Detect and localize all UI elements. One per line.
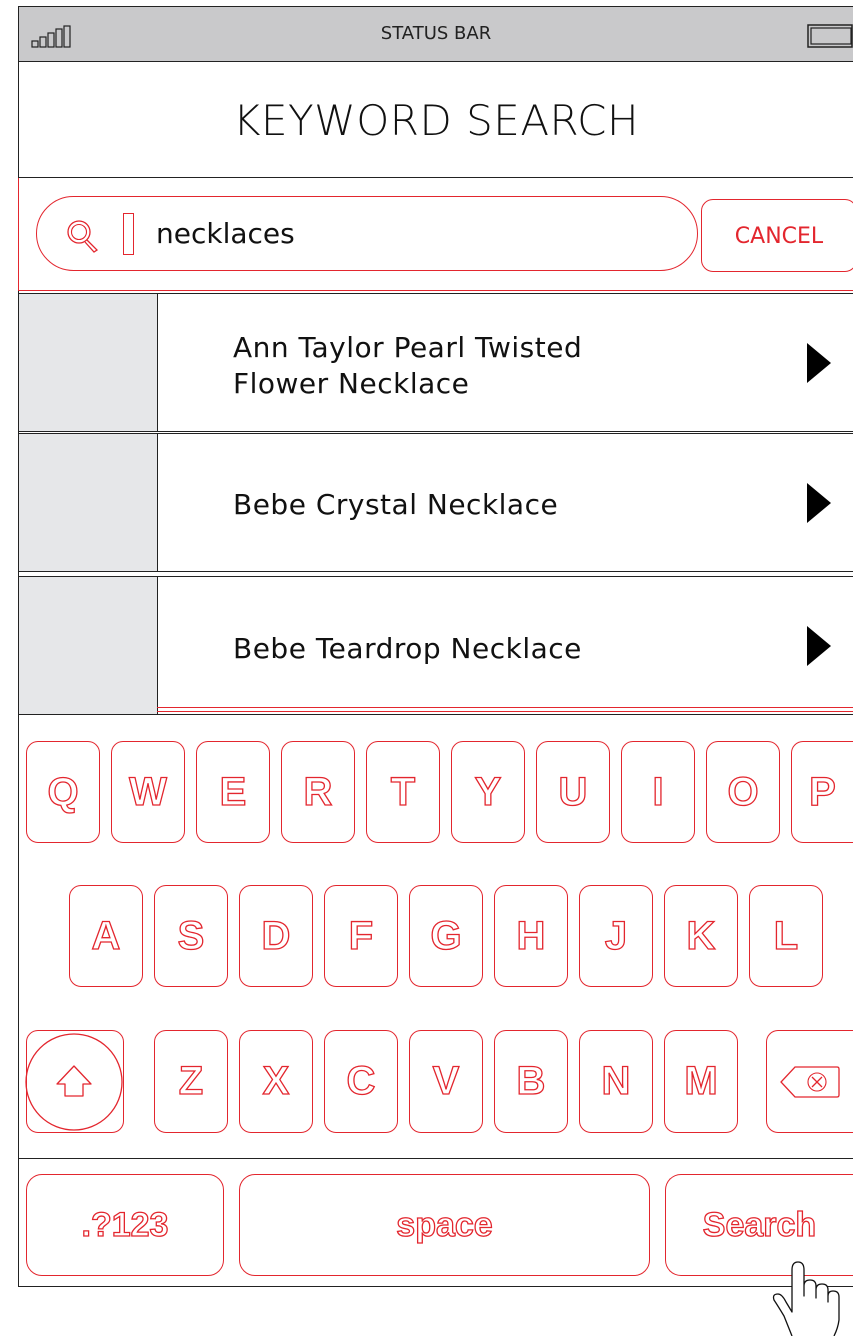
result-item[interactable]: Bebe Teardrop Necklace <box>18 576 853 715</box>
key-k[interactable]: K <box>664 885 738 987</box>
result-thumbnail <box>19 434 158 571</box>
text-cursor <box>123 213 134 255</box>
key-e[interactable]: E <box>196 741 270 843</box>
key-label: Y <box>474 769 502 814</box>
key-label: F <box>348 913 374 958</box>
key-u[interactable]: U <box>536 741 610 843</box>
key-label: E <box>219 769 247 814</box>
key-label: W <box>128 769 167 814</box>
hand-pointer-icon <box>772 1261 840 1336</box>
key-q[interactable]: Q <box>26 741 100 843</box>
status-bar-label: STATUS BAR <box>380 23 492 44</box>
space-key[interactable]: space <box>239 1174 650 1276</box>
result-title: Ann Taylor Pearl Twisted Flower Necklace <box>233 330 582 402</box>
key-label: V <box>432 1058 460 1103</box>
key-label: .?123 <box>81 1205 169 1244</box>
key-label: X <box>262 1058 290 1103</box>
key-label: T <box>390 769 416 814</box>
key-label: K <box>686 913 716 958</box>
key-label: U <box>558 769 588 814</box>
key-a[interactable]: A <box>69 885 143 987</box>
chevron-right-icon <box>807 483 831 523</box>
key-b[interactable]: B <box>494 1030 568 1133</box>
result-title-line: Flower Necklace <box>233 367 470 400</box>
key-label: Z <box>178 1058 204 1103</box>
chevron-right-icon <box>807 343 831 383</box>
result-item[interactable]: Ann Taylor Pearl Twisted Flower Necklace <box>18 293 853 432</box>
key-g[interactable]: G <box>409 885 483 987</box>
key-r[interactable]: R <box>281 741 355 843</box>
key-label: H <box>516 913 546 958</box>
key-s[interactable]: S <box>154 885 228 987</box>
backspace-icon <box>780 1065 840 1098</box>
key-label: Search <box>702 1205 817 1244</box>
key-label: O <box>727 769 759 814</box>
search-icon <box>67 220 99 253</box>
result-thumbnail <box>19 294 158 431</box>
result-item[interactable]: Bebe Crystal Necklace <box>18 433 853 572</box>
search-input-value: necklaces <box>156 217 295 250</box>
result-title-line: Bebe Crystal Necklace <box>233 488 559 521</box>
key-n[interactable]: N <box>579 1030 653 1133</box>
key-label: C <box>346 1058 376 1103</box>
key-label: J <box>604 913 628 958</box>
divider <box>157 707 853 708</box>
result-title-line: Bebe Teardrop Necklace <box>233 632 582 665</box>
key-y[interactable]: Y <box>451 741 525 843</box>
cancel-button[interactable]: CANCEL <box>701 199 853 272</box>
key-label: A <box>91 913 121 958</box>
result-thumbnail <box>19 577 158 714</box>
divider <box>157 711 853 712</box>
key-label: space <box>396 1205 494 1244</box>
key-m[interactable]: M <box>664 1030 738 1133</box>
key-label: D <box>261 913 291 958</box>
header: KEYWORD SEARCH <box>18 62 853 178</box>
key-o[interactable]: O <box>706 741 780 843</box>
key-p[interactable]: P <box>791 741 853 843</box>
battery-icon <box>807 24 853 48</box>
search-input[interactable]: necklaces <box>36 196 698 271</box>
key-label: L <box>773 913 799 958</box>
key-x[interactable]: X <box>239 1030 313 1133</box>
key-t[interactable]: T <box>366 741 440 843</box>
key-v[interactable]: V <box>409 1030 483 1133</box>
result-title: Bebe Crystal Necklace <box>233 487 558 523</box>
page-title: KEYWORD SEARCH <box>232 96 640 145</box>
key-j[interactable]: J <box>579 885 653 987</box>
key-w[interactable]: W <box>111 741 185 843</box>
result-title: Bebe Teardrop Necklace <box>233 631 582 667</box>
shift-key[interactable] <box>25 1030 124 1133</box>
key-label: S <box>177 913 205 958</box>
numbers-key[interactable]: .?123 <box>26 1174 224 1276</box>
key-label: M <box>684 1058 719 1103</box>
key-label: P <box>809 769 837 814</box>
backspace-key[interactable] <box>766 1030 853 1133</box>
key-label: G <box>430 913 462 958</box>
key-label: R <box>303 769 333 814</box>
key-c[interactable]: C <box>324 1030 398 1133</box>
status-bar: STATUS BAR <box>18 6 853 62</box>
key-l[interactable]: L <box>749 885 823 987</box>
key-h[interactable]: H <box>494 885 568 987</box>
result-title-line: Ann Taylor Pearl Twisted <box>233 331 583 364</box>
key-label: I <box>652 769 664 814</box>
search-row: necklaces CANCEL <box>18 178 853 291</box>
key-z[interactable]: Z <box>154 1030 228 1133</box>
key-i[interactable]: I <box>621 741 695 843</box>
key-label: Q <box>47 769 79 814</box>
key-label: B <box>516 1058 546 1103</box>
chevron-right-icon <box>807 626 831 666</box>
key-f[interactable]: F <box>324 885 398 987</box>
shift-arrow-icon <box>25 1033 123 1131</box>
key-d[interactable]: D <box>239 885 313 987</box>
key-label: N <box>601 1058 631 1103</box>
